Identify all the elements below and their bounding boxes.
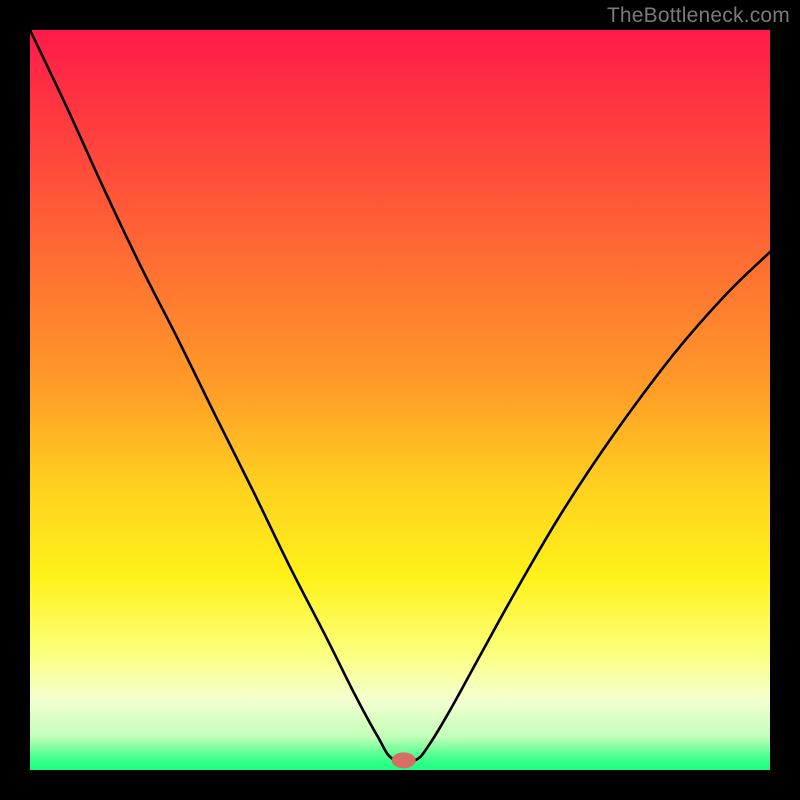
chart-stage: TheBottleneck.com: [0, 0, 800, 800]
chart-canvas: [0, 0, 800, 800]
optimum-marker: [392, 752, 416, 768]
plot-background: [30, 30, 770, 770]
